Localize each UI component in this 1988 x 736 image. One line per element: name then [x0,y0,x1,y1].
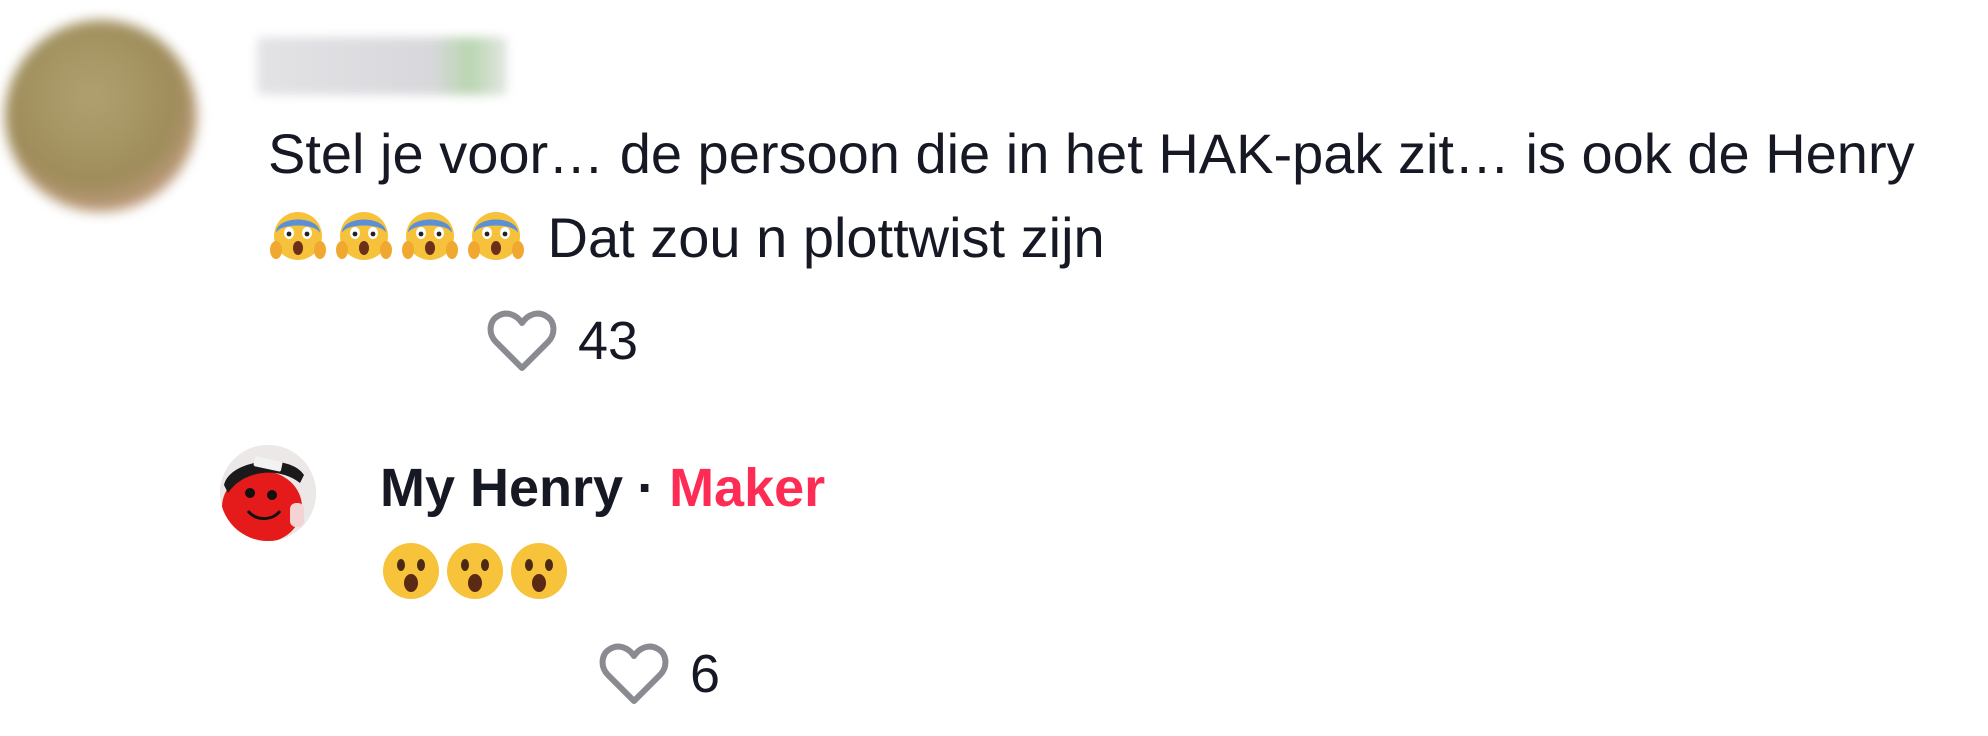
commenter-username-redacted[interactable] [257,37,507,95]
comment-like-row: 43 [486,308,638,374]
henry-mascot-icon [220,445,316,541]
comment-text: Stel je voor… de persoon die in het HAK-… [268,112,1988,280]
reply-author-name[interactable]: My Henry [380,456,623,520]
reply-like-count: 6 [690,644,721,704]
reply-avatar[interactable] [220,445,316,541]
comment-text-main: Stel je voor… de persoon die in het HAK-… [268,122,1915,185]
heart-outline-icon[interactable] [598,641,670,707]
reply-like-row: 6 [598,641,720,707]
commenter-avatar[interactable] [5,20,197,212]
creator-badge: Maker [669,458,826,518]
face-with-open-mouth-icon [447,543,503,599]
comment-emoji-group [268,204,532,264]
face-screaming-in-fear-icon [468,212,524,260]
face-with-open-mouth-icon [511,543,567,599]
face-screaming-in-fear-icon [402,212,458,260]
reply-header: My Henry · Maker [380,456,825,520]
heart-outline-icon[interactable] [486,308,558,374]
comment-text-tail: Dat zou n plottwist zijn [532,206,1105,269]
face-with-open-mouth-icon [383,543,439,599]
reply-separator: · [637,458,656,518]
reply-text [380,540,572,602]
face-screaming-in-fear-icon [336,212,392,260]
face-screaming-in-fear-icon [270,212,326,260]
comment-like-count: 43 [578,311,639,371]
